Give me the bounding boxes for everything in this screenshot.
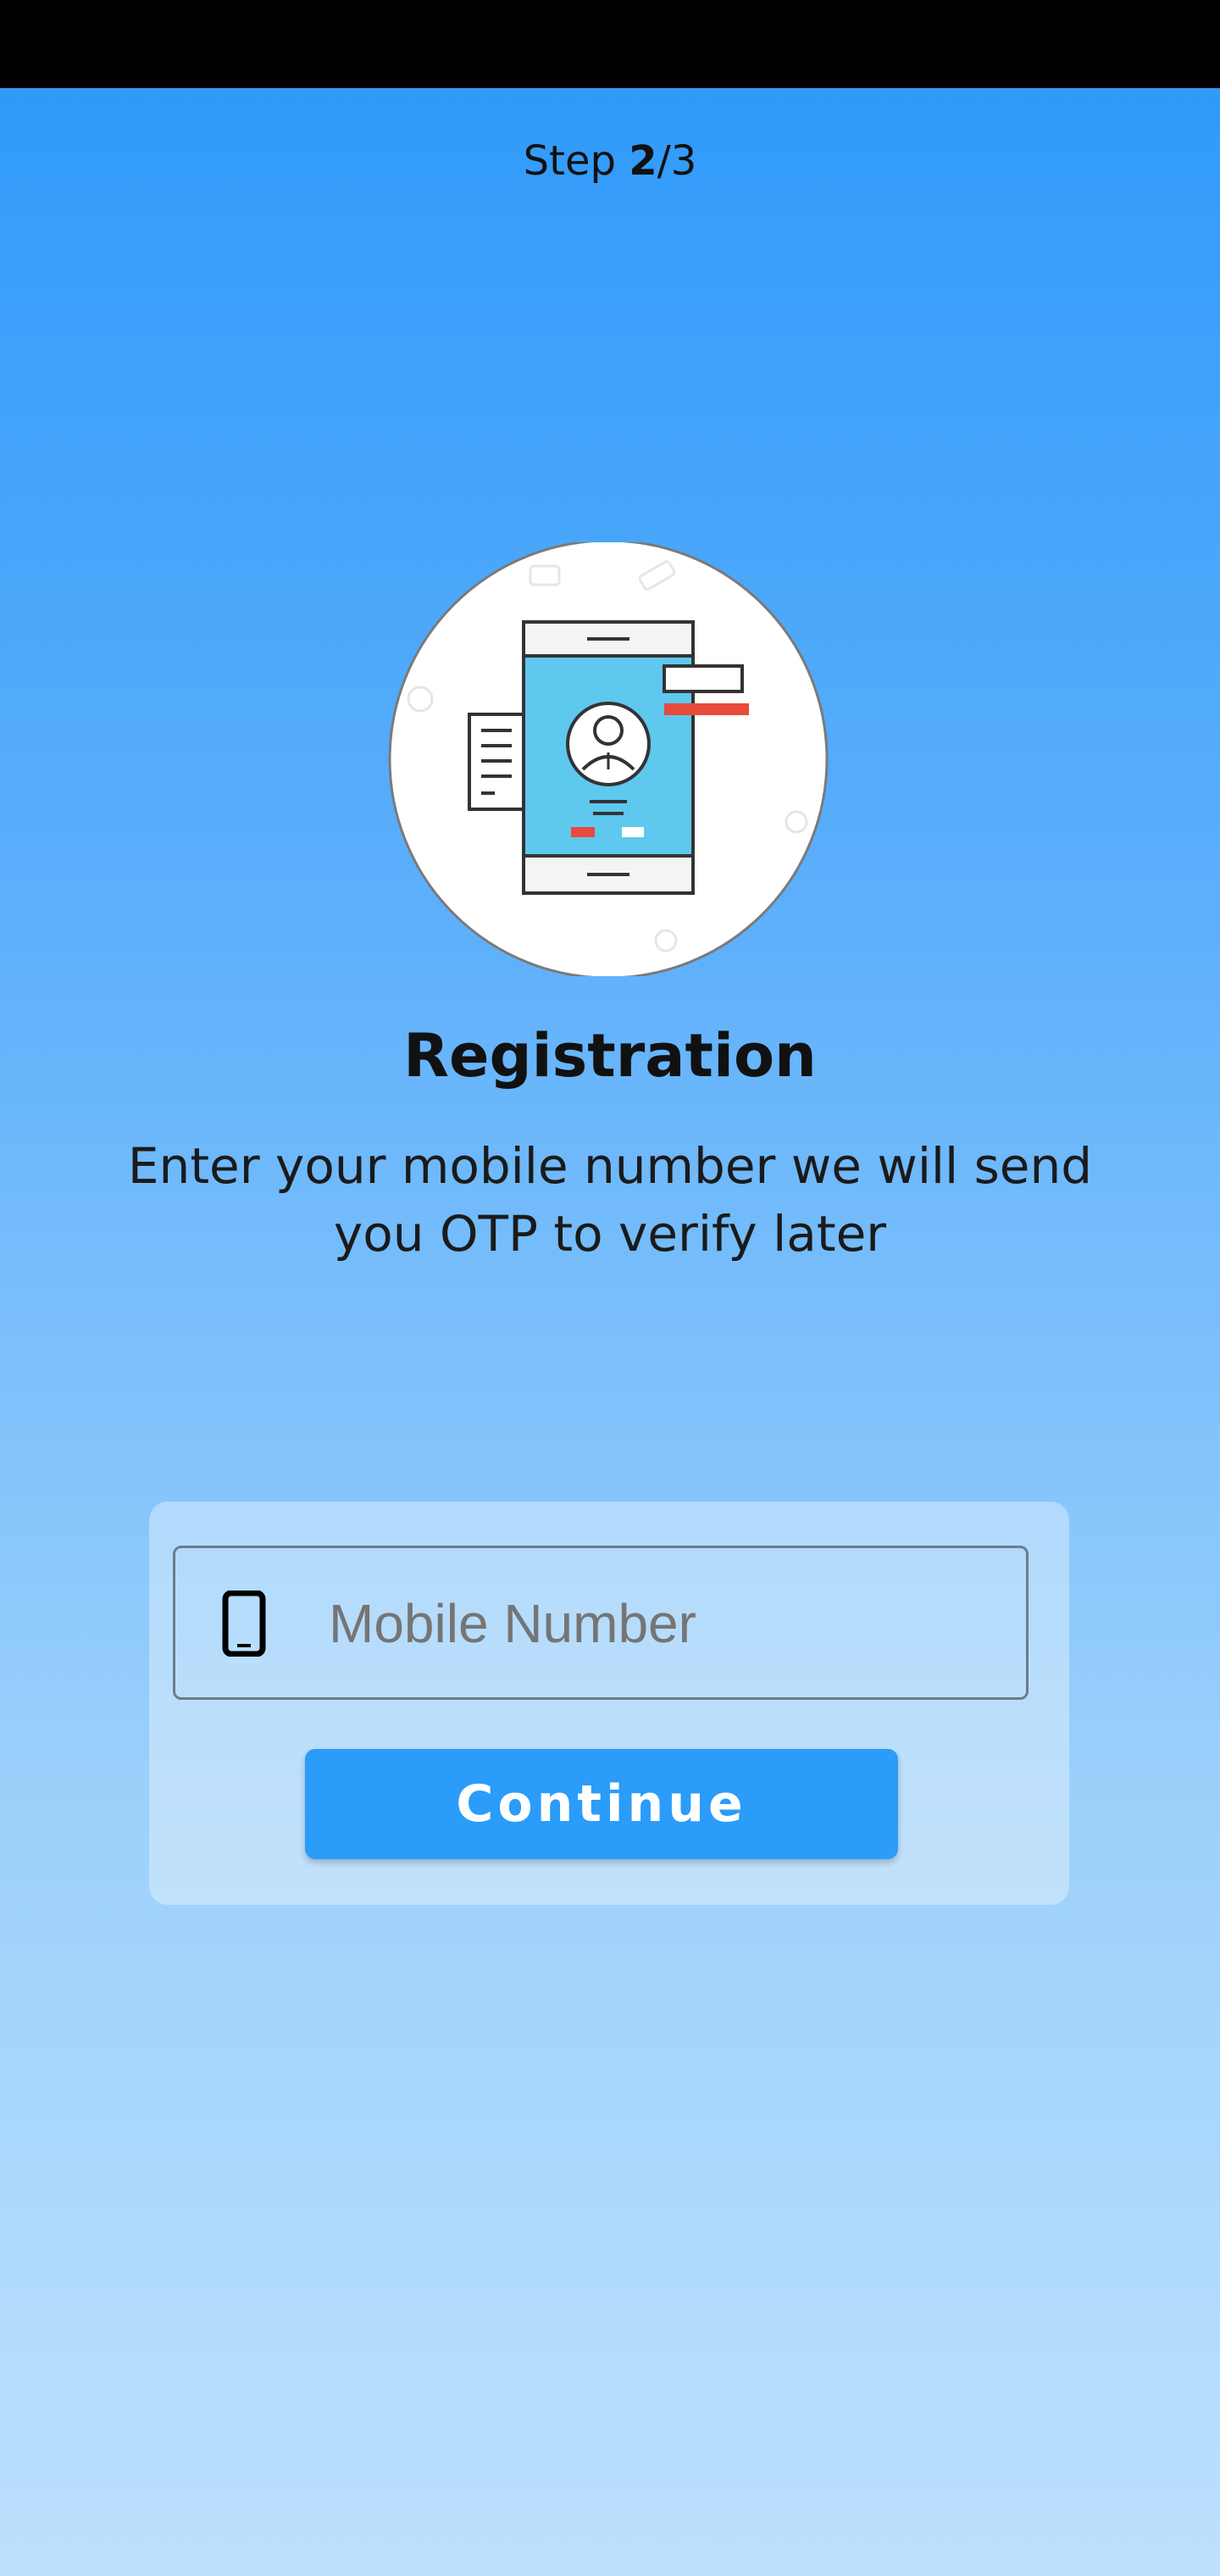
mobile-number-input[interactable] [329, 1588, 990, 1659]
page-subtitle: Enter your mobile number we will send yo… [127, 1137, 1093, 1263]
step-total: /3 [657, 137, 697, 185]
step-current: 2 [629, 137, 657, 185]
smartphone-icon [222, 1590, 266, 1657]
step-label: Step [523, 137, 616, 185]
phone-profile-illustration [386, 542, 830, 976]
continue-button[interactable]: Continue [305, 1749, 898, 1859]
page-title: Registration [403, 1021, 817, 1091]
status-bar [0, 0, 1220, 88]
step-indicator: Step 2/3 [0, 134, 1220, 188]
